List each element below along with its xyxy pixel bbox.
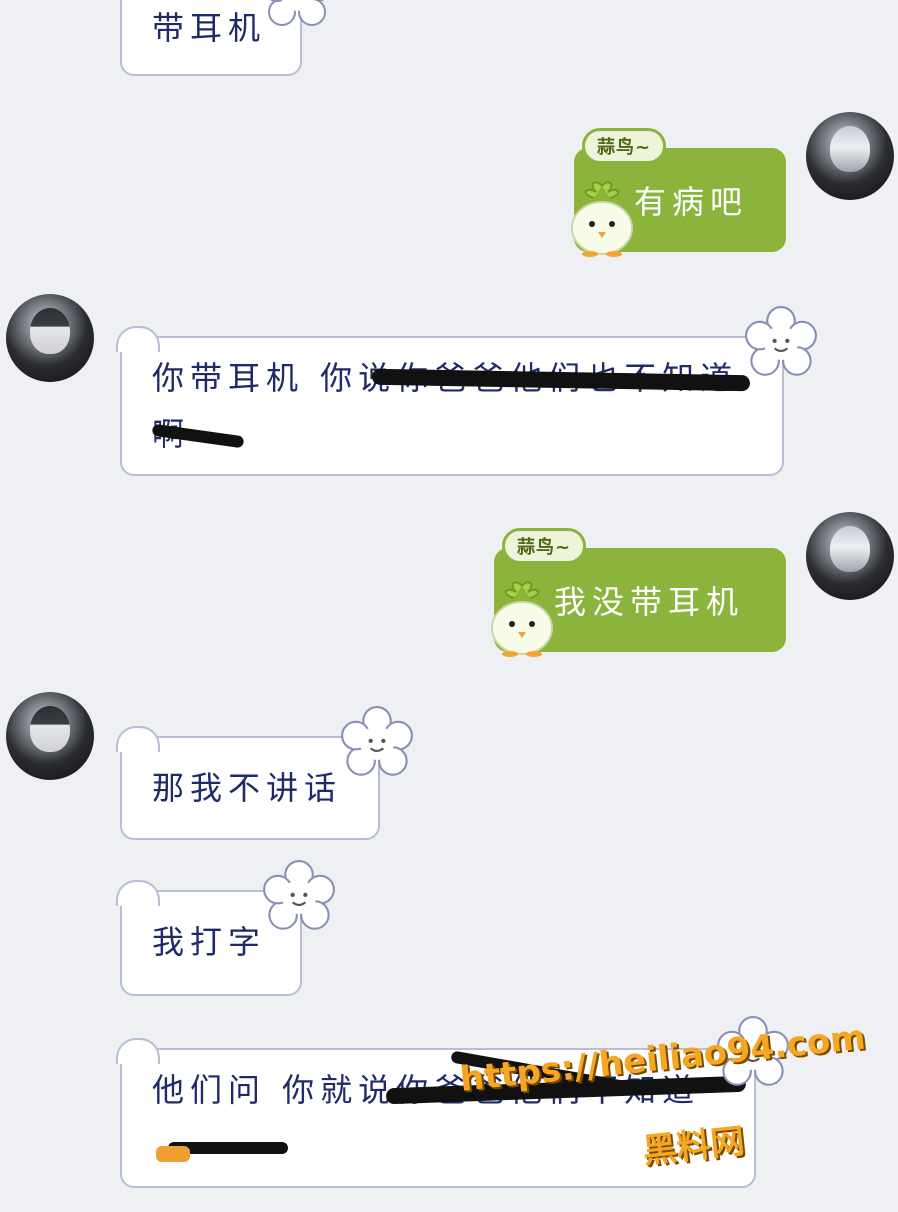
message-text: 带耳机 <box>152 9 267 47</box>
message-text: 我打字 <box>152 923 267 961</box>
message-text: 有病吧 <box>634 183 749 221</box>
message-text: 那我不讲话 <box>152 769 343 807</box>
avatar-contact[interactable] <box>6 294 94 382</box>
message-bubble-received[interactable]: 你带耳机 你说你爸爸他们也不知道 啊 <box>116 326 784 476</box>
flower-sticker-icon <box>268 0 326 26</box>
chick-sticker-icon <box>571 181 633 257</box>
message-text: 我没带耳机 <box>554 583 745 621</box>
chat-conversation: 带耳机 有病吧 蒜鸟~ 你带耳机 你说你爸爸他们也不知道 啊 <box>0 0 898 1212</box>
message-text-line: 啊 <box>152 406 752 462</box>
avatar-self[interactable] <box>806 112 894 200</box>
flower-sticker-icon <box>263 860 335 930</box>
avatar-self[interactable] <box>806 512 894 600</box>
orange-mark <box>156 1146 190 1162</box>
sticker-tag: 蒜鸟~ <box>502 528 587 564</box>
flower-sticker-icon <box>341 706 413 776</box>
chick-sticker-icon <box>491 581 553 657</box>
avatar-contact[interactable] <box>6 692 94 780</box>
sticker-tag: 蒜鸟~ <box>582 128 667 164</box>
flower-sticker-icon <box>745 306 817 376</box>
